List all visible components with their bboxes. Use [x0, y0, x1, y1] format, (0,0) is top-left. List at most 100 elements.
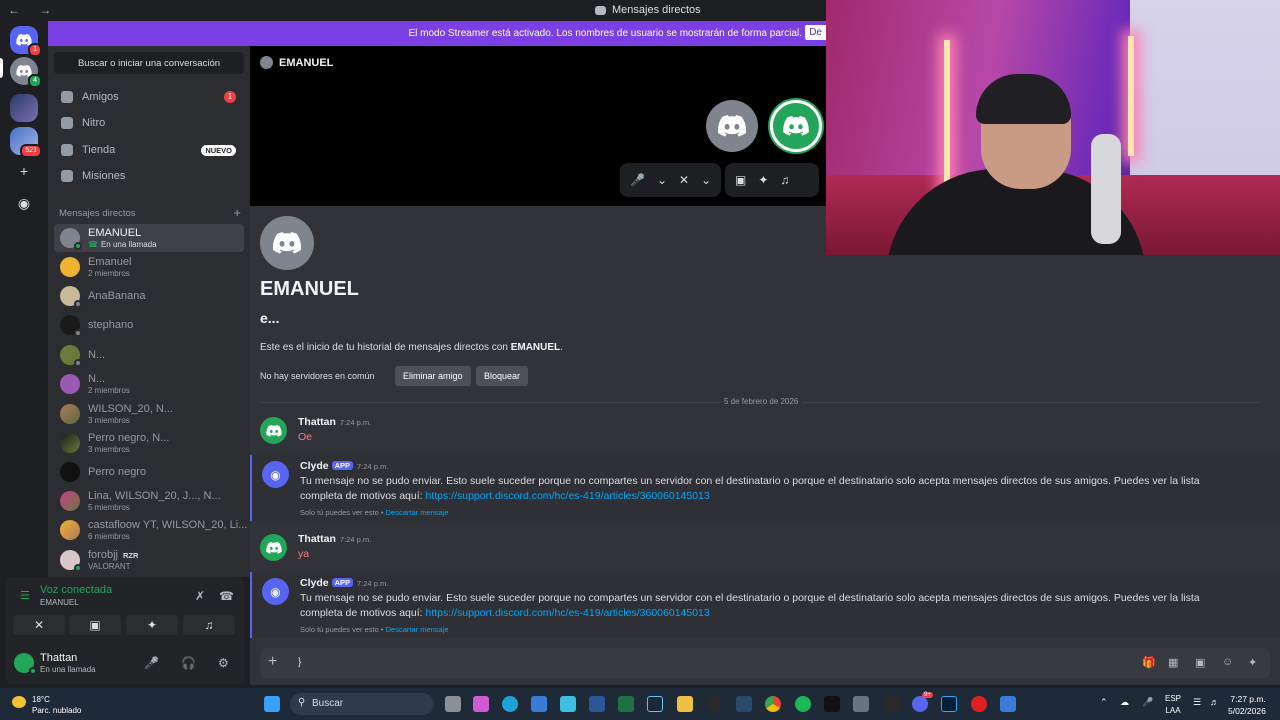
nav-shop[interactable]: Tienda NUEVO: [54, 138, 244, 162]
explore-icon[interactable]: ◉: [15, 194, 33, 212]
participant-avatar[interactable]: [706, 100, 758, 152]
tray-app-icon[interactable]: ☁: [1120, 697, 1129, 708]
intro-handle: e...: [260, 310, 280, 326]
weather-widget[interactable]: 18°C Parc. nublado: [12, 694, 81, 716]
screen-share-button[interactable]: ▣: [69, 615, 121, 635]
back-forward-arrows[interactable]: ← →: [8, 3, 59, 17]
server-icon-2[interactable]: 4: [10, 57, 42, 88]
chevron-down-icon[interactable]: ⌄: [701, 173, 711, 187]
author-name[interactable]: Thattan: [298, 416, 336, 428]
excel-icon[interactable]: [618, 696, 634, 712]
signal-icon[interactable]: ☰: [20, 589, 30, 602]
dm-item[interactable]: AnaBanana: [54, 282, 244, 310]
message-input[interactable]: }: [298, 657, 301, 668]
remove-friend-button[interactable]: Eliminar amigo: [395, 366, 471, 386]
tray-mic-icon[interactable]: 🎤: [1142, 697, 1153, 708]
add-server-icon[interactable]: +: [15, 162, 33, 180]
clyde-avatar[interactable]: ◉: [262, 578, 289, 605]
search-conversation-button[interactable]: Buscar o iniciar una conversación: [54, 52, 244, 74]
clyde-avatar[interactable]: ◉: [262, 461, 289, 488]
speaking-participant-avatar[interactable]: [770, 100, 822, 152]
app-icon[interactable]: [736, 696, 752, 712]
edge-icon[interactable]: [502, 696, 518, 712]
avatar[interactable]: [260, 534, 287, 561]
server-icon-3[interactable]: [10, 94, 38, 122]
input-language[interactable]: ESP LAA: [1165, 693, 1181, 717]
mail-icon[interactable]: [560, 696, 576, 712]
screen-share-icon[interactable]: ▣: [735, 173, 746, 187]
nav-friends[interactable]: Amigos 1: [54, 85, 244, 109]
dm-item[interactable]: WILSON_20, N... 3 miembros: [54, 400, 244, 428]
microphone-icon[interactable]: 🎤: [144, 656, 159, 670]
file-explorer-icon[interactable]: [677, 696, 693, 712]
support-link[interactable]: https://support.discord.com/hc/es-419/ar…: [425, 490, 709, 502]
dm-item[interactable]: Lina, WILSON_20, J..., N... 5 miembros: [54, 487, 244, 515]
activities-button[interactable]: ✦: [126, 615, 178, 635]
headphones-icon[interactable]: 🎧: [181, 656, 196, 670]
dismiss-message-link[interactable]: Descartar mensaje: [386, 625, 449, 634]
camera-toggle-button[interactable]: ✕: [13, 615, 65, 635]
dm-item[interactable]: castafloow YT, WILSON_20, Li... 6 miembr…: [54, 516, 247, 544]
author-name[interactable]: Clyde: [300, 577, 329, 589]
apps-icon[interactable]: ✦: [1248, 656, 1260, 669]
soundboard-icon[interactable]: ♫: [780, 173, 789, 187]
volume-icon[interactable]: ♬: [1210, 697, 1219, 707]
dismiss-message-link[interactable]: Descartar mensaje: [386, 508, 449, 517]
dm-item[interactable]: EMANUEL En una llamada: [54, 224, 244, 252]
app-icon[interactable]: [1000, 696, 1016, 712]
discord-taskbar-icon[interactable]: [912, 696, 928, 712]
support-link[interactable]: https://support.discord.com/hc/es-419/ar…: [425, 607, 709, 619]
wifi-icon[interactable]: ☰: [1193, 697, 1201, 708]
chrome-icon[interactable]: [765, 696, 781, 712]
noise-suppression-icon[interactable]: ✗: [195, 589, 205, 603]
nav-quests[interactable]: Misiones: [54, 164, 244, 188]
steam-icon[interactable]: [647, 696, 663, 712]
sticker-icon[interactable]: ▣: [1195, 656, 1207, 669]
camera-off-icon[interactable]: ✕: [679, 173, 689, 187]
avatar: [260, 216, 314, 270]
author-name[interactable]: Thattan: [298, 533, 336, 545]
voice-status[interactable]: Voz conectada: [40, 584, 112, 596]
tray-chevron-icon[interactable]: ⌃: [1100, 697, 1108, 708]
home-dm-button[interactable]: 1: [10, 26, 42, 57]
dm-item[interactable]: forobjj RZR VALORANT: [54, 546, 244, 574]
microphone-icon[interactable]: 🎤: [630, 173, 645, 187]
store-icon[interactable]: [531, 696, 547, 712]
dm-item[interactable]: N... 2 miembros: [54, 370, 244, 398]
avatar[interactable]: [260, 417, 287, 444]
tiktok-icon[interactable]: [824, 696, 840, 712]
settings-gear-icon[interactable]: ⚙: [218, 656, 229, 670]
create-dm-icon[interactable]: +: [233, 205, 241, 220]
settings-icon[interactable]: [853, 696, 869, 712]
dm-item[interactable]: Perro negro, N... 3 miembros: [54, 429, 244, 457]
system-clock[interactable]: 7:27 p.m. 5/02/2026: [1228, 693, 1266, 717]
task-view-icon[interactable]: [445, 696, 461, 712]
server-icon-4[interactable]: 521: [10, 127, 42, 158]
chevron-down-icon[interactable]: ⌄: [657, 173, 667, 187]
copilot-icon[interactable]: [473, 696, 489, 712]
nav-nitro[interactable]: Nitro: [54, 111, 244, 135]
windows-start-icon[interactable]: [264, 696, 280, 712]
author-name[interactable]: Clyde: [300, 460, 329, 472]
taskbar-search[interactable]: Buscar: [290, 693, 434, 715]
streamer-mode-disable-button[interactable]: De: [805, 25, 826, 40]
dm-item[interactable]: Perro negro: [54, 458, 244, 486]
block-button[interactable]: Bloquear: [476, 366, 529, 386]
gift-icon[interactable]: 🎁: [1142, 656, 1156, 669]
activities-icon[interactable]: ✦: [758, 173, 768, 187]
attach-plus-icon[interactable]: +: [268, 653, 277, 671]
dm-item[interactable]: Emanuel 2 miembros: [54, 253, 244, 281]
soundboard-button[interactable]: ♫: [183, 615, 235, 635]
word-icon[interactable]: [589, 696, 605, 712]
voice-channel[interactable]: EMANUEL: [40, 598, 79, 607]
disconnect-icon[interactable]: ☎: [219, 589, 234, 603]
dm-item[interactable]: N...: [54, 341, 244, 369]
gif-icon[interactable]: ▦: [1168, 656, 1180, 669]
photoshop-icon[interactable]: [941, 696, 957, 712]
dm-item[interactable]: stephano: [54, 311, 244, 339]
epic-games-icon[interactable]: [883, 696, 899, 712]
spotify-icon[interactable]: [795, 696, 811, 712]
recording-icon[interactable]: [971, 696, 987, 712]
app-icon[interactable]: [706, 696, 722, 712]
emoji-icon[interactable]: ☺: [1222, 656, 1234, 668]
